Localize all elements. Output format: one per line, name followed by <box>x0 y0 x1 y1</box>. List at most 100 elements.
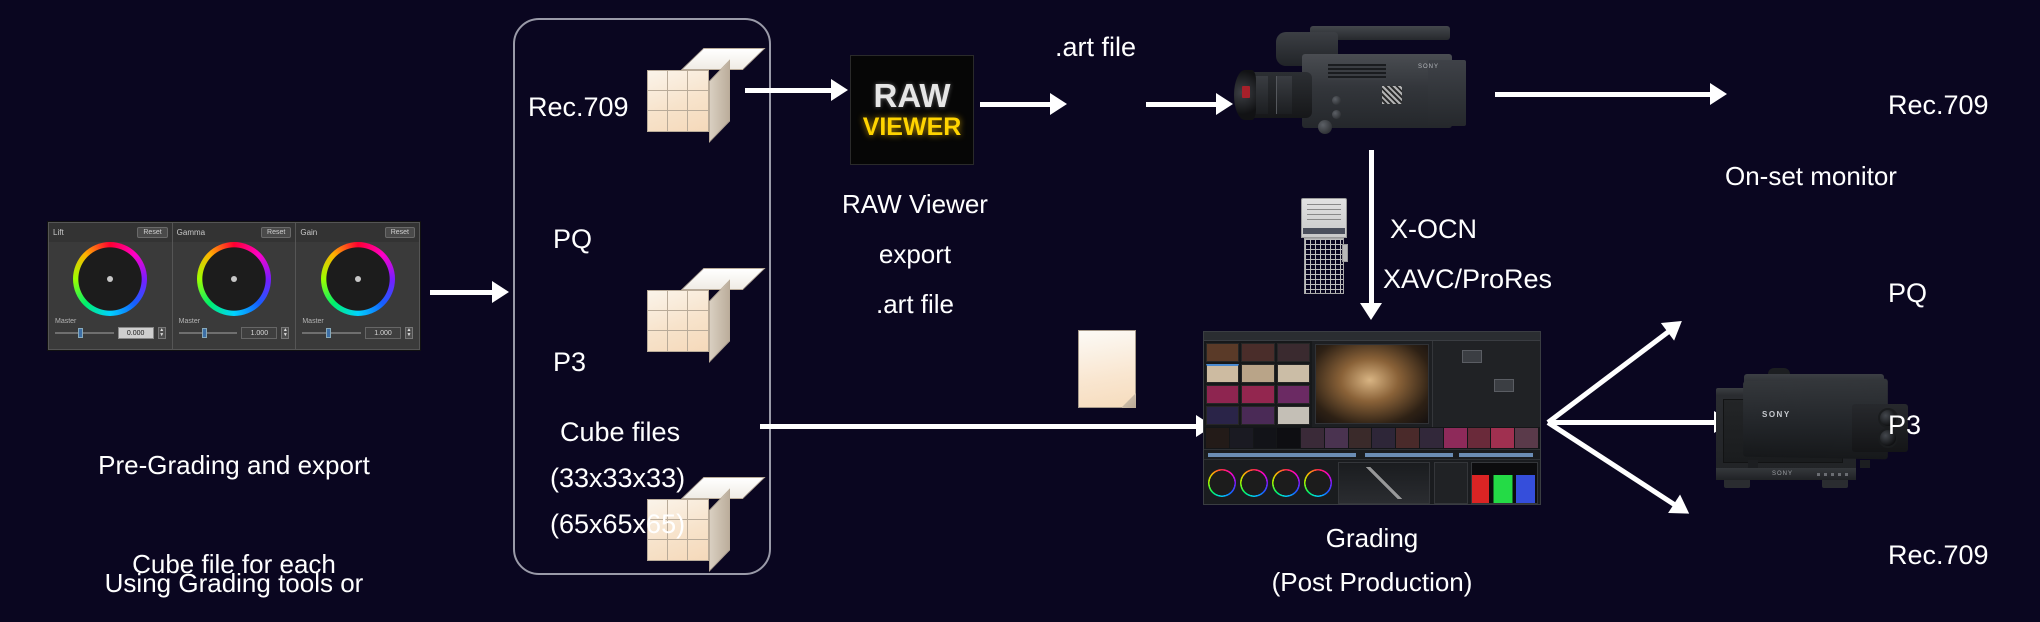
master-slider-row-gamma[interactable]: 1.000 ▲ ▼ <box>178 327 290 340</box>
filmstrip-frame[interactable] <box>1372 428 1396 448</box>
timeline-segment[interactable] <box>1365 453 1453 457</box>
resolve-viewer[interactable] <box>1315 344 1429 424</box>
filmstrip-frame[interactable] <box>1253 428 1277 448</box>
output-caption-onset: On-set monitor <box>1725 161 1897 191</box>
master-slider-lift[interactable] <box>55 328 114 339</box>
slider-knob-gamma[interactable] <box>202 328 208 339</box>
master-slider-gain[interactable] <box>302 328 362 339</box>
clip-thumb[interactable] <box>1276 343 1310 362</box>
clip-thumb[interactable] <box>1241 343 1275 362</box>
master-label-lift: Master <box>55 318 77 326</box>
color-wheel-handle-lift[interactable] <box>107 276 114 283</box>
wheel-label-lift: Lift <box>53 228 64 238</box>
filmstrip-frame[interactable] <box>1491 428 1515 448</box>
clip-thumb[interactable] <box>1241 385 1275 404</box>
grading-caption-1: Grading <box>1325 523 1419 553</box>
master-slider-row-lift[interactable]: 0.000 ▲ ▼ <box>55 327 166 340</box>
arrow-grading-to-p3 <box>1548 411 1734 433</box>
filmstrip-frame[interactable] <box>1515 428 1538 448</box>
resolve-color-panel[interactable] <box>1204 459 1540 504</box>
memory-card-stripe <box>1303 228 1345 234</box>
monitor-brand-onset: SONY <box>1772 471 1794 478</box>
clip-thumb[interactable] <box>1241 406 1275 425</box>
wheel-area-lift[interactable] <box>49 242 172 317</box>
filmstrip-frame[interactable] <box>1301 428 1324 448</box>
resolve-wheel-gamma[interactable] <box>1240 469 1268 497</box>
camera-sensor-marking <box>1382 86 1402 104</box>
timeline-segment[interactable] <box>1459 453 1534 457</box>
master-value-lift[interactable]: 0.000 <box>117 327 154 340</box>
resolve-qualifier-meters[interactable] <box>1434 462 1468 504</box>
node-item[interactable] <box>1494 379 1514 392</box>
master-stepper-gain[interactable]: ▲ ▼ <box>405 327 414 340</box>
arrow-cube-to-rawviewer-line <box>745 88 831 93</box>
master-value-gain[interactable]: 1.000 <box>365 327 402 340</box>
master-slider-row-gain[interactable]: 1.000 ▲ ▼ <box>302 327 414 340</box>
arrow-art-to-camera-head <box>1216 93 1233 115</box>
cube-icon-pq <box>645 268 766 363</box>
grading-tools-caption: Using Grading tools or RAW Viewer <box>10 500 458 622</box>
resolve-timeline[interactable] <box>1204 449 1540 459</box>
filmstrip-frame[interactable] <box>1443 428 1467 448</box>
timeline-segment[interactable] <box>1208 453 1356 457</box>
color-wheel-handle-gamma[interactable] <box>231 276 237 283</box>
resolve-wheel-lift[interactable] <box>1208 469 1236 497</box>
monitor-foot-left-onset <box>1724 480 1750 488</box>
resolve-filmstrip[interactable] <box>1204 427 1540 449</box>
resolve-rgb-parade-scope[interactable] <box>1471 462 1538 504</box>
cube-front-face-pq <box>647 290 709 352</box>
reset-button-lift[interactable]: Reset <box>137 227 168 239</box>
color-wheel-gain[interactable]: Gain Reset Master 1.000 ▲ ▼ <box>296 223 420 349</box>
cube-front-face-rec709 <box>647 70 709 132</box>
reset-button-gamma[interactable]: Reset <box>261 227 292 239</box>
camera-lens-ring-2 <box>1276 76 1292 114</box>
filmstrip-frame[interactable] <box>1348 428 1372 448</box>
grading-tools-line-1: Using Grading tools or <box>104 567 364 598</box>
resolve-wheel-offset[interactable] <box>1304 469 1332 497</box>
master-value-gamma[interactable]: 1.000 <box>241 327 278 340</box>
filmstrip-frame[interactable] <box>1229 428 1253 448</box>
color-grading-application[interactable] <box>1203 331 1541 505</box>
clip-thumb[interactable] <box>1206 385 1240 404</box>
color-wheel-lift[interactable]: Lift Reset Master 0.000 ▲ ▼ <box>49 223 173 349</box>
node-item[interactable] <box>1462 350 1482 363</box>
resolve-wheel-gain[interactable] <box>1272 469 1300 497</box>
clip-thumb[interactable] <box>1276 385 1310 404</box>
resolve-color-wheels[interactable] <box>1206 462 1334 504</box>
raw-viewer-caption-2: export <box>878 239 952 269</box>
color-wheels-panel[interactable]: Lift Reset Master 0.000 ▲▼ Gamma Reset <box>48 222 420 350</box>
master-slider-gamma[interactable] <box>178 328 238 339</box>
master-stepper-gamma[interactable]: ▲ ▼ <box>281 327 290 340</box>
resolve-curves-panel[interactable] <box>1338 462 1430 504</box>
filmstrip-frame[interactable] <box>1420 428 1443 448</box>
color-wheel-handle-gain[interactable] <box>354 276 361 283</box>
master-stepper-lift[interactable]: ▲ ▼ <box>157 327 166 340</box>
filmstrip-frame[interactable] <box>1324 428 1348 448</box>
camera-brand-label: SONY <box>1418 64 1440 70</box>
clip-thumb[interactable] <box>1241 364 1275 383</box>
clip-thumb[interactable] <box>1276 364 1310 383</box>
clip-thumb[interactable] <box>1276 406 1310 425</box>
arrow-pregrade-to-cubes-line <box>430 290 492 295</box>
pre-grading-line-1: Pre-Grading and export <box>98 449 370 480</box>
slider-knob-lift[interactable] <box>78 328 84 339</box>
arrow-art-to-camera-line <box>1146 102 1216 107</box>
wheel-area-gamma[interactable] <box>172 242 296 317</box>
reset-button-gain[interactable]: Reset <box>384 227 416 239</box>
filmstrip-frame[interactable] <box>1277 428 1301 448</box>
slider-knob-gain[interactable] <box>325 328 331 339</box>
filmstrip-frame[interactable] <box>1206 428 1229 448</box>
clip-thumb-selected[interactable] <box>1206 364 1240 383</box>
clip-thumb[interactable] <box>1206 343 1240 362</box>
resolve-clip-thumbnails[interactable] <box>1204 341 1312 427</box>
filmstrip-frame[interactable] <box>1467 428 1491 448</box>
clip-thumb[interactable] <box>1206 406 1240 425</box>
raw-viewer-caption-3: .art file <box>875 289 955 319</box>
resolve-toolbar[interactable] <box>1204 332 1540 341</box>
wheel-area-gain[interactable] <box>296 242 420 317</box>
arrow-camera-to-onset-line <box>1495 92 1710 97</box>
color-wheel-gamma[interactable]: Gamma Reset Master 1.000 ▲ ▼ <box>172 223 297 349</box>
memory-card-tab <box>1342 244 1348 262</box>
filmstrip-frame[interactable] <box>1396 428 1420 448</box>
resolve-node-graph[interactable] <box>1432 341 1540 427</box>
